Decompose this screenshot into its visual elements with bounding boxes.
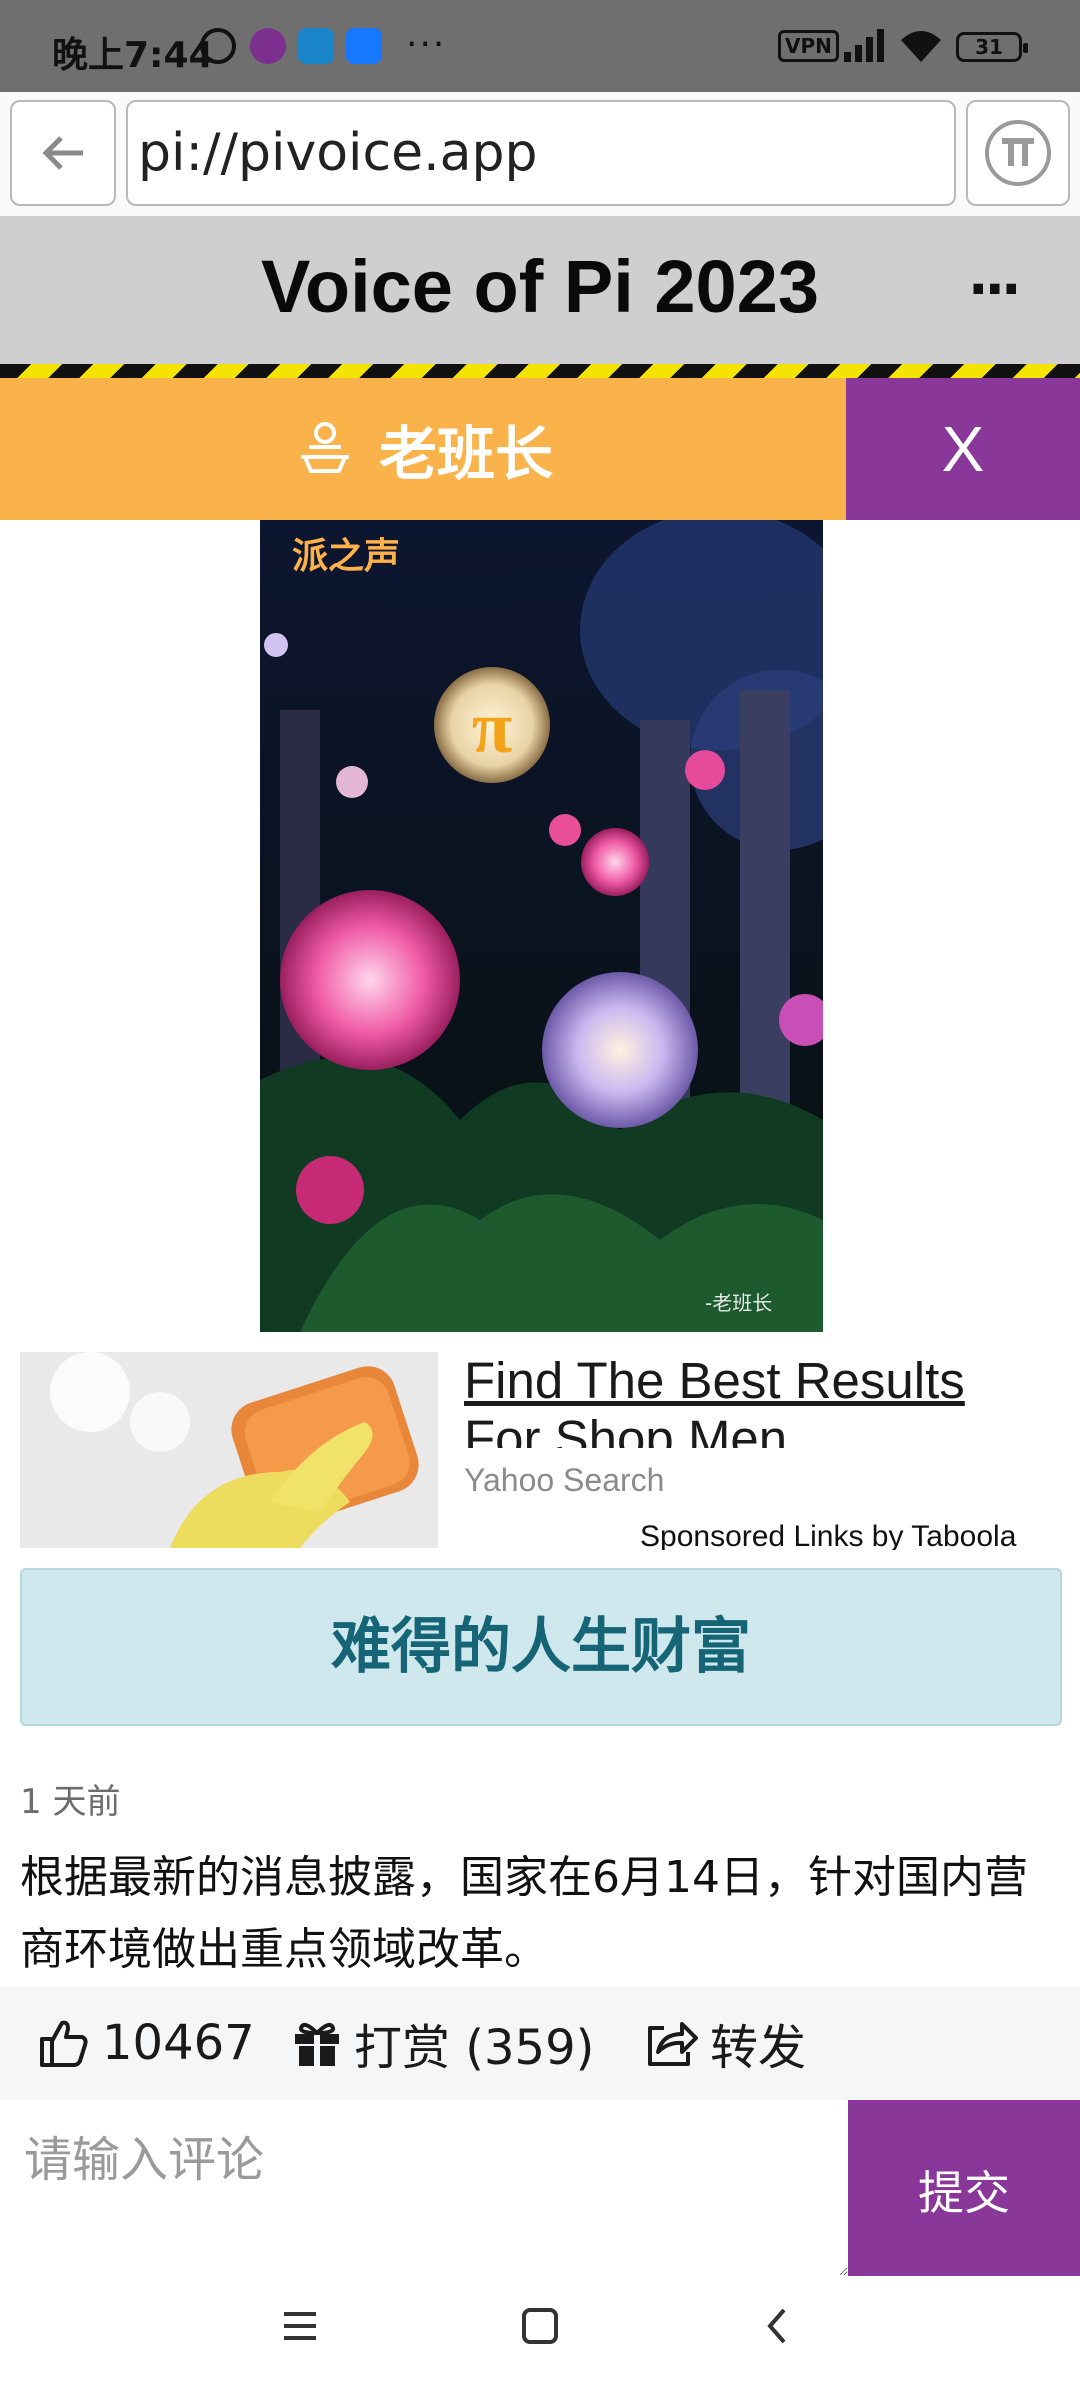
- comment-input[interactable]: [0, 2100, 848, 2276]
- submit-button[interactable]: 提交: [848, 2100, 1080, 2276]
- gift-icon: [295, 2022, 339, 2066]
- back-nav-icon[interactable]: [758, 2306, 798, 2346]
- alarm-icon: [200, 28, 236, 64]
- post-time: 1 天前: [20, 1782, 121, 1822]
- pi-logo-icon: [985, 120, 1051, 186]
- share-icon: [648, 2022, 698, 2066]
- alipay-icon: [346, 28, 382, 64]
- menu-icon[interactable]: [280, 2306, 320, 2346]
- more-notifications-icon: ···: [406, 24, 447, 65]
- reward-label: 打赏 (359): [354, 2020, 595, 2076]
- like-button[interactable]: 10467: [38, 1986, 255, 2100]
- page-header: Voice of Pi 2023 ···: [0, 216, 1080, 364]
- pi-app-icon: [250, 28, 286, 64]
- hero-signature: -老班长: [705, 1291, 772, 1315]
- hazard-stripe: [0, 364, 1080, 378]
- ad-image[interactable]: [20, 1352, 438, 1548]
- notification-app-icon: [298, 28, 334, 64]
- svg-text:π: π: [472, 687, 513, 769]
- status-bar: 晚上7:44 ··· VPN 31: [0, 0, 1080, 92]
- article-body: 根据最新的消息披露，国家在6月14日，针对国内营商环境做出重点领域改革。: [20, 1852, 1028, 1975]
- arrow-left-icon: [42, 136, 83, 170]
- like-count: 10467: [102, 2015, 255, 2071]
- share-label: 转发: [710, 2020, 807, 2076]
- close-button[interactable]: X: [846, 378, 1080, 520]
- sponsored-ad[interactable]: Find The Best Results For Shop Men Yahoo…: [20, 1352, 1060, 1550]
- article-headline: 难得的人生财富: [20, 1568, 1062, 1726]
- hero-image: π 派之声 -老班长: [260, 520, 823, 1332]
- battery-icon: 31: [956, 32, 1028, 62]
- system-nav-bar: [0, 2276, 1080, 2400]
- thumbs-up-icon: [40, 2020, 88, 2067]
- action-bar: 10467 打赏 (359) 转发: [0, 1986, 1080, 2100]
- author-icon: [300, 422, 349, 473]
- signal-icon: [844, 29, 884, 62]
- wifi-icon: [901, 31, 941, 62]
- reward-button[interactable]: 打赏 (359): [292, 1986, 594, 2100]
- pi-browser-button[interactable]: [966, 100, 1070, 206]
- status-time: 晚上7:44: [52, 35, 214, 76]
- page-title: Voice of Pi 2023: [261, 245, 819, 328]
- ad-sponsor-label[interactable]: Sponsored Links by Taboola: [640, 1520, 1060, 1550]
- author-bar[interactable]: 老班长: [0, 378, 846, 520]
- share-button[interactable]: 转发: [644, 1986, 806, 2100]
- ad-source: Yahoo Search: [464, 1462, 665, 1498]
- vpn-icon: VPN: [778, 30, 839, 62]
- home-icon[interactable]: [520, 2306, 560, 2346]
- author-name: 老班长: [378, 420, 553, 488]
- more-options-icon[interactable]: ···: [968, 258, 1022, 321]
- url-bar[interactable]: pi://pivoice.app: [126, 100, 956, 206]
- hero-overlay-text: 派之声: [292, 536, 400, 577]
- browser-toolbar: pi://pivoice.app: [0, 92, 1080, 216]
- peony-night-illustration: π 派之声 -老班长: [260, 520, 823, 1332]
- ad-title[interactable]: Find The Best Results For Shop Men: [464, 1352, 1054, 1448]
- back-button[interactable]: [10, 100, 116, 206]
